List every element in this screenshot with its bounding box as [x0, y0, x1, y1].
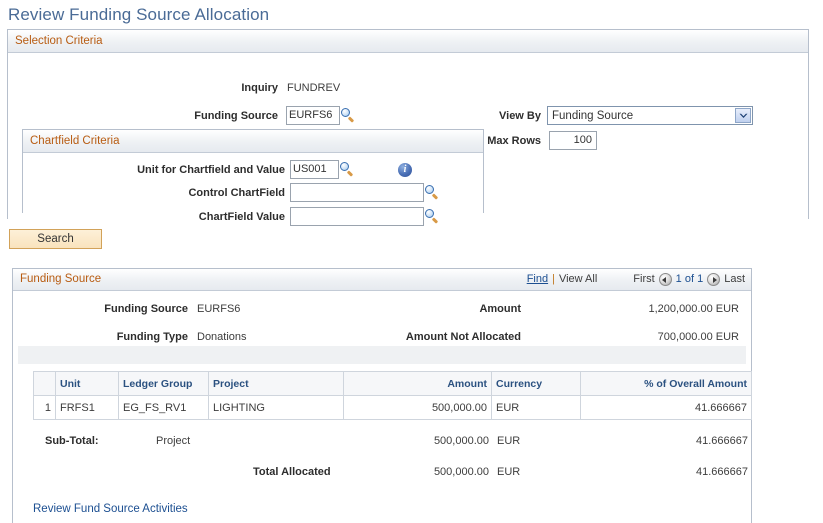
chartfield-value-label: ChartField Value — [198, 210, 285, 223]
chartfield-criteria-header: Chartfield Criteria — [23, 130, 483, 153]
first-label[interactable]: First — [633, 269, 654, 290]
chevron-down-icon[interactable] — [735, 108, 751, 123]
control-chartfield-input[interactable] — [290, 183, 424, 202]
chevron-down-glyph — [739, 113, 747, 118]
view-by-field-row: View By Funding Source — [463, 106, 753, 125]
info-icon[interactable]: i — [398, 162, 412, 177]
summary-funding-type-label: Funding Type — [116, 331, 188, 343]
inquiry-field-row: Inquiry FUNDREV — [158, 82, 340, 94]
chartfield-value-input[interactable] — [290, 207, 424, 226]
search-button[interactable]: Search — [9, 229, 102, 249]
summary-funding-type-value: Donations — [197, 331, 247, 343]
grid-col-unit[interactable]: Unit — [55, 371, 119, 396]
chartfield-value-row: ChartField Value — [119, 207, 440, 226]
summary-amount-label: Amount — [479, 303, 521, 315]
total-allocated-amount: 500,000.00 — [433, 466, 489, 478]
row-currency: EUR — [491, 395, 581, 420]
row-amount: 500,000.00 — [343, 395, 492, 420]
totals-section: Sub-Total: Project 500,000.00 EUR 41.666… — [33, 420, 751, 494]
nav-separator: | — [552, 273, 555, 285]
subtotal-currency: EUR — [497, 435, 521, 447]
inquiry-label: Inquiry — [241, 82, 278, 94]
grid-col-project[interactable]: Project — [208, 371, 344, 396]
control-chartfield-row: Control ChartField — [119, 183, 440, 202]
section-divider-band — [18, 346, 746, 364]
chartfield-criteria-body: Unit for Chartfield and Value i Control … — [23, 153, 483, 226]
grid-col-amount[interactable]: Amount — [343, 371, 492, 396]
total-allocated-currency: EUR — [497, 466, 521, 478]
grid-col-ledger-group[interactable]: Ledger Group — [118, 371, 209, 396]
control-chartfield-lookup-icon[interactable] — [425, 185, 440, 200]
funding-source-field-row: Funding Source — [158, 106, 356, 125]
chartfield-criteria-panel: Chartfield Criteria Unit for Chartfield … — [22, 129, 484, 226]
view-all-link[interactable]: View All — [559, 269, 597, 290]
grid-header-row: Unit Ledger Group Project Amount Currenc… — [33, 371, 752, 396]
max-rows-input[interactable] — [549, 131, 597, 150]
summary-amount-value: 1,200,000.00 EUR — [648, 303, 739, 315]
row-unit: FRFS1 — [55, 395, 119, 420]
prev-arrow-icon[interactable] — [658, 273, 672, 286]
selection-criteria-body: Inquiry FUNDREV Funding Source View By F… — [8, 53, 808, 226]
allocation-grid: Unit Ledger Group Project Amount Currenc… — [33, 371, 752, 420]
selection-criteria-header: Selection Criteria — [8, 30, 808, 53]
review-fund-source-activities-link[interactable]: Review Fund Source Activities — [33, 503, 188, 515]
subtotal-groupby: Project — [156, 435, 191, 447]
funding-source-input[interactable] — [286, 106, 340, 125]
unit-for-chartfield-lookup-icon[interactable] — [340, 162, 355, 177]
funding-source-label: Funding Source — [194, 109, 278, 122]
row-ledger-group: EG_FS_RV1 — [118, 395, 209, 420]
inquiry-value: FUNDREV — [287, 82, 341, 94]
funding-source-lookup-icon[interactable] — [341, 108, 356, 123]
unit-for-chartfield-input[interactable] — [290, 160, 339, 179]
subtotal-label: Sub-Total: — [45, 435, 99, 447]
page-title: Review Funding Source Allocation — [8, 5, 270, 24]
summary-funding-source-label: Funding Source — [104, 303, 188, 315]
grid-col-percent-of-overall[interactable]: % of Overall Amount — [580, 371, 752, 396]
grid-col-rownum — [33, 371, 56, 396]
table-row: 1 FRFS1 EG_FS_RV1 LIGHTING 500,000.00 EU… — [33, 395, 752, 420]
funding-source-results-panel: Funding Source Find | View All First 1 o… — [12, 268, 752, 523]
funding-source-summary: Funding Source EURFS6 Funding Type Donat… — [13, 291, 751, 346]
funding-source-header-bar: Funding Source Find | View All First 1 o… — [13, 269, 751, 291]
row-number: 1 — [33, 395, 56, 420]
subtotal-amount: 500,000.00 — [433, 435, 489, 447]
chartfield-value-lookup-icon[interactable] — [425, 209, 440, 224]
subtotal-percent: 41.666667 — [696, 435, 748, 447]
view-by-label: View By — [499, 109, 541, 122]
row-project: LIGHTING — [208, 395, 344, 420]
total-allocated-percent: 41.666667 — [696, 466, 748, 478]
last-label[interactable]: Last — [724, 269, 745, 290]
view-by-selected-value: Funding Source — [552, 110, 634, 122]
view-by-select[interactable]: Funding Source — [547, 106, 753, 125]
next-arrow-icon[interactable] — [707, 273, 721, 286]
page-position: 1 of 1 — [675, 273, 704, 285]
control-chartfield-label: Control ChartField — [188, 186, 285, 199]
selection-criteria-panel: Selection Criteria Inquiry FUNDREV Fundi… — [7, 29, 809, 226]
row-percent: 41.666667 — [580, 395, 752, 420]
grid-col-currency[interactable]: Currency — [491, 371, 581, 396]
summary-amount-not-allocated-value: 700,000.00 EUR — [657, 331, 739, 343]
summary-amount-not-allocated-label: Amount Not Allocated — [405, 331, 521, 343]
unit-for-chartfield-label: Unit for Chartfield and Value — [137, 163, 285, 176]
total-allocated-label: Total Allocated — [253, 466, 331, 478]
find-link[interactable]: Find — [527, 269, 548, 290]
grid-navigation: Find | View All First 1 of 1 Last — [527, 269, 745, 290]
summary-funding-source-value: EURFS6 — [197, 303, 241, 315]
unit-for-chartfield-row: Unit for Chartfield and Value i — [119, 160, 412, 179]
